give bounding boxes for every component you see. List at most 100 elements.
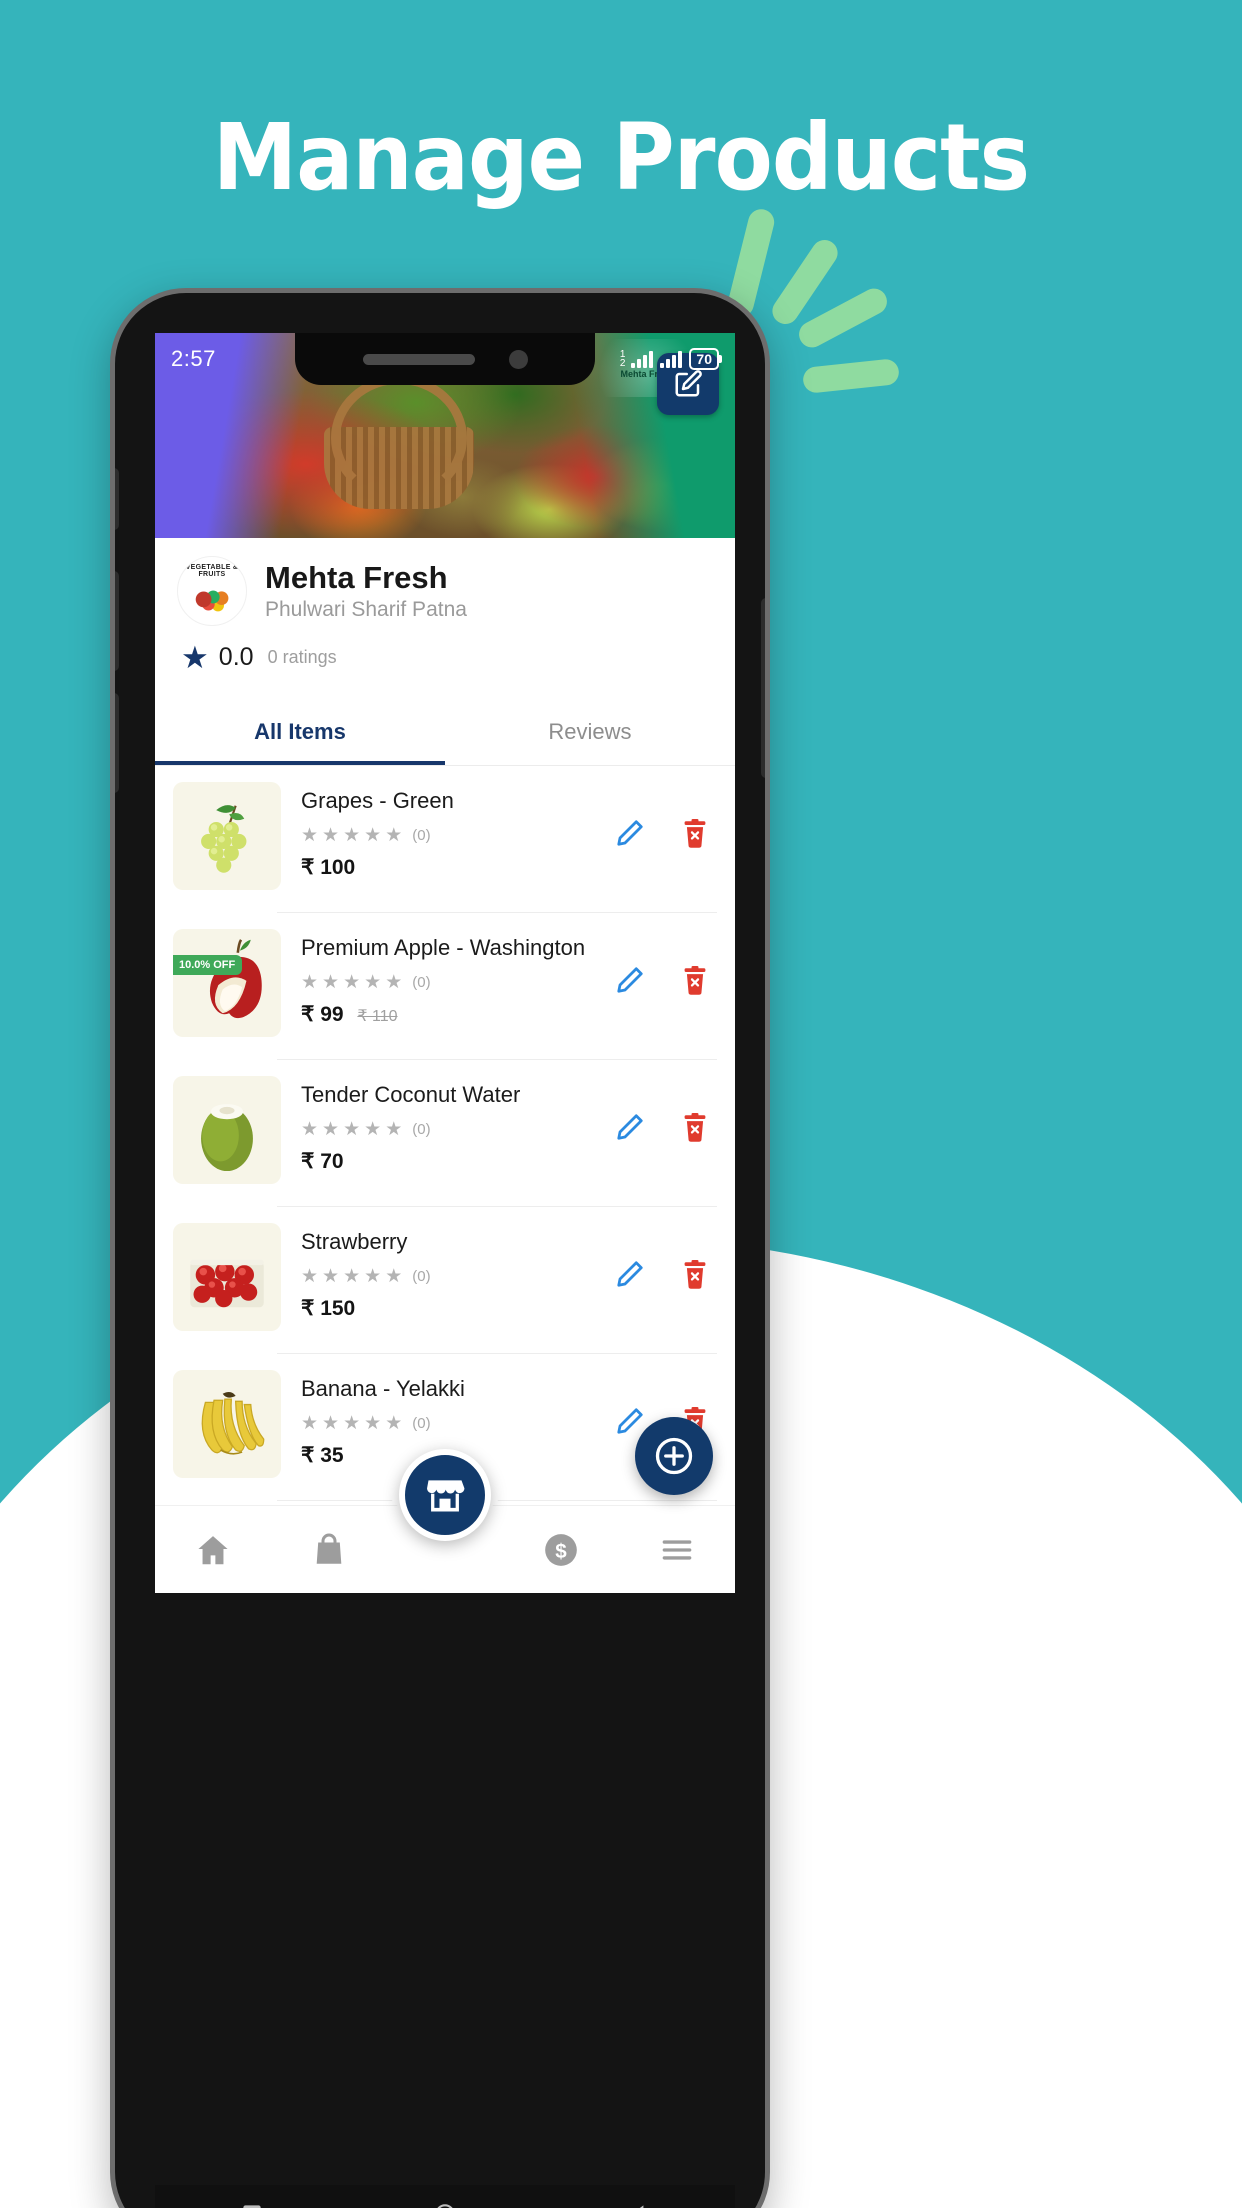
product-name: Premium Apple - Washington <box>301 935 586 960</box>
product-thumbnail <box>173 1076 281 1184</box>
table-row[interactable]: Grapes - Green ★ ★ ★ ★ ★ (0) ₹ 100 <box>155 766 735 890</box>
star-icon: ★ <box>364 1266 382 1288</box>
pencil-edit-icon[interactable] <box>615 818 645 854</box>
star-icon: ★ <box>364 825 382 847</box>
store-logo: VEGETABLE & FRUITS <box>177 556 247 626</box>
nav-item-menu[interactable] <box>619 1531 735 1569</box>
svg-text:$: $ <box>555 1540 567 1563</box>
trash-delete-icon[interactable] <box>681 1112 709 1148</box>
product-name: Banana - Yelakki <box>301 1376 465 1401</box>
android-system-nav <box>155 2185 735 2208</box>
star-icon: ★ <box>343 1266 361 1288</box>
star-icon: ★ <box>343 825 361 847</box>
tender-coconut-image <box>201 1104 253 1172</box>
dollar-icon: $ <box>545 1533 577 1566</box>
back-nav-icon[interactable] <box>625 2201 651 2208</box>
product-thumbnail: 10.0% OFF <box>173 929 281 1037</box>
discount-badge: 10.0% OFF <box>173 955 243 975</box>
phone-notch <box>295 333 595 385</box>
phone-screen: 2:57 12 70 Mehta Fresh Mehta Fresh Phulw… <box>155 333 735 1593</box>
star-icon: ★ <box>385 1413 403 1435</box>
star-icon: ★ <box>364 972 382 994</box>
product-thumbnail <box>173 782 281 890</box>
product-name: Grapes - Green <box>301 788 454 813</box>
nav-item-home[interactable] <box>155 1531 271 1569</box>
star-icon: ★ <box>301 1413 319 1435</box>
star-icon: ★ <box>385 1119 403 1141</box>
table-row[interactable]: 10.0% OFF Premium Apple - Washington ★★ <box>155 913 735 1037</box>
product-rating-count: (0) <box>412 1415 431 1433</box>
phone-button-volume-down <box>115 693 119 793</box>
phone-mockup: 2:57 12 70 Mehta Fresh Mehta Fresh Phulw… <box>110 288 770 2208</box>
star-icon: ★ <box>322 1266 340 1288</box>
status-time: 2:57 <box>171 346 216 371</box>
page-title: Manage Products <box>212 104 1030 211</box>
pencil-edit-icon[interactable] <box>615 965 645 1001</box>
product-rating: ★ ★ ★ ★ ★ (0) <box>301 1118 615 1141</box>
star-icon: ★ <box>385 825 403 847</box>
phone-button-silent <box>115 468 119 530</box>
strawberry-box-image <box>190 1259 264 1308</box>
phone-button-volume-up <box>115 571 119 671</box>
product-price: ₹ 99 ₹ 110 <box>301 1002 615 1027</box>
product-price: ₹ 70 <box>301 1150 344 1174</box>
star-icon: ★ <box>343 1119 361 1141</box>
product-name: Tender Coconut Water <box>301 1082 521 1107</box>
pencil-edit-icon[interactable] <box>615 1112 645 1148</box>
store-logo-art <box>182 561 242 621</box>
product-thumbnail <box>173 1370 281 1478</box>
phone-button-power <box>761 598 765 778</box>
product-rating-count: (0) <box>412 827 431 845</box>
star-icon: ★ <box>322 972 340 994</box>
nav-item-orders[interactable] <box>271 1532 387 1568</box>
product-rating-count: (0) <box>412 974 431 992</box>
home-nav-icon[interactable] <box>432 2201 458 2208</box>
banana-bunch-image <box>201 1392 265 1455</box>
red-apple-image <box>209 939 262 1019</box>
table-row[interactable]: Tender Coconut Water ★ ★ ★ ★ ★ (0) ₹ 70 <box>155 1060 735 1184</box>
tab-all-items[interactable]: All Items <box>155 697 445 765</box>
tab-reviews[interactable]: Reviews <box>445 697 735 765</box>
star-icon: ★ <box>364 1413 382 1435</box>
store-rating: ★ 0.0 0 ratings <box>181 642 713 673</box>
shopping-bag-icon <box>316 1533 342 1564</box>
nav-item-earnings[interactable]: $ <box>503 1531 619 1569</box>
star-icon: ★ <box>385 972 403 994</box>
star-icon: ★ <box>343 1413 361 1435</box>
pencil-edit-icon[interactable] <box>615 1259 645 1295</box>
product-thumbnail <box>173 1223 281 1331</box>
product-rating-count: (0) <box>412 1121 431 1139</box>
star-icon: ★ <box>301 825 319 847</box>
product-price: ₹ 150 <box>301 1297 356 1321</box>
rating-count: 0 ratings <box>267 647 337 667</box>
star-icon: ★ <box>322 825 340 847</box>
store-name: Mehta Fresh <box>265 560 448 596</box>
store-fab-button[interactable] <box>399 1449 491 1541</box>
product-rating: ★ ★ ★ ★ ★ (0) <box>301 824 615 847</box>
product-price: ₹ 100 <box>301 856 356 880</box>
trash-delete-icon[interactable] <box>681 965 709 1001</box>
store-header: VEGETABLE & FRUITS Mehta Fresh Phulwari … <box>155 538 735 677</box>
signal-bars-icon-2 <box>660 350 683 368</box>
earpiece-speaker-icon <box>362 353 475 365</box>
product-old-price: ₹ 110 <box>357 1008 398 1026</box>
product-rating: ★ ★ ★ ★ ★ (0) <box>301 1412 615 1435</box>
product-name: Strawberry <box>301 1229 408 1254</box>
star-icon: ★ <box>385 1266 403 1288</box>
add-product-button[interactable] <box>635 1417 713 1495</box>
star-icon: ★ <box>301 972 319 994</box>
product-price-value: ₹ 99 <box>301 1003 344 1027</box>
store-address: Phulwari Sharif Patna <box>265 597 467 621</box>
home-icon <box>198 1535 228 1564</box>
trash-delete-icon[interactable] <box>681 818 709 854</box>
storefront-icon <box>427 1480 465 1512</box>
rating-value: 0.0 <box>218 643 254 671</box>
table-row[interactable]: Strawberry ★ ★ ★ ★ ★ (0) ₹ 150 <box>155 1207 735 1331</box>
trash-delete-icon[interactable] <box>681 1259 709 1295</box>
recents-icon[interactable] <box>239 2201 265 2208</box>
star-icon: ★ <box>343 972 361 994</box>
star-icon: ★ <box>301 1119 319 1141</box>
front-camera-icon <box>508 349 528 369</box>
product-rating-count: (0) <box>412 1268 431 1286</box>
battery-icon: 70 <box>689 348 719 370</box>
